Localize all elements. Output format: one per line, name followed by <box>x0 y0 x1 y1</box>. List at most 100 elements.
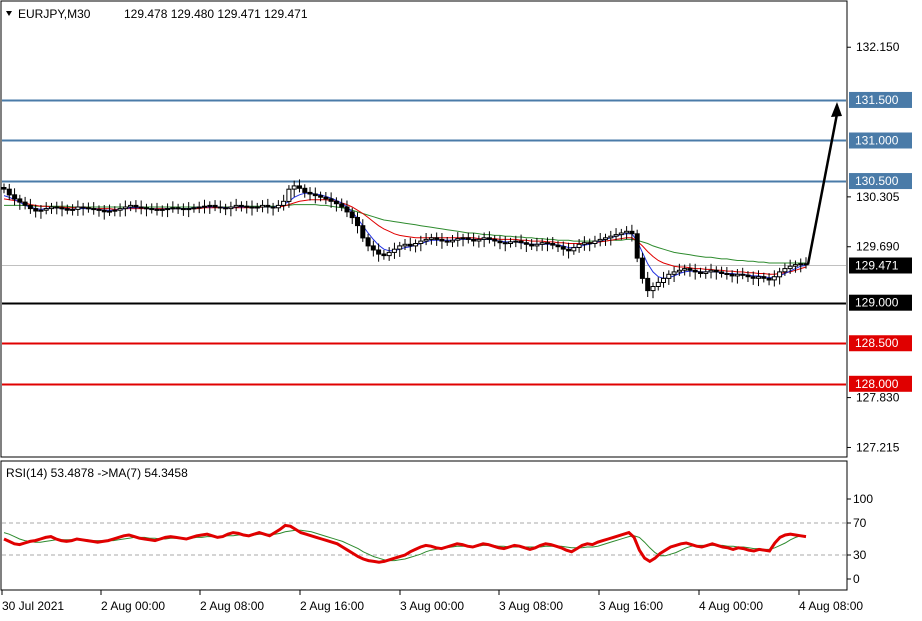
candle-body <box>661 277 666 283</box>
candle-body <box>207 204 213 207</box>
candle-body <box>486 237 492 240</box>
candle-body <box>703 271 709 274</box>
candle-body <box>545 242 550 245</box>
candle-body <box>724 273 730 275</box>
candle-body <box>708 269 714 273</box>
candle-body <box>587 242 593 245</box>
rsi-axis-label: 100 <box>853 492 873 506</box>
candle-body <box>439 238 445 242</box>
level-badge-label: 128.500 <box>855 336 899 350</box>
price-axis-label: 127.215 <box>856 440 900 454</box>
candle-body <box>297 185 302 189</box>
candle-body <box>634 233 640 259</box>
candle-body <box>249 206 255 209</box>
candle-body <box>101 209 107 213</box>
price-axis-label: 132.150 <box>856 40 900 54</box>
ma-slow-line <box>4 204 806 264</box>
price-axis-label: 129.690 <box>856 240 900 254</box>
chevron-down-icon[interactable] <box>6 11 12 16</box>
candle-body <box>508 241 513 244</box>
candle-body <box>518 240 524 244</box>
candle-body <box>555 244 561 248</box>
candle-body <box>376 249 382 255</box>
candle-body <box>22 201 28 206</box>
rsi-axis-label: 30 <box>853 548 867 562</box>
time-axis-label: 3 Aug 16:00 <box>599 599 663 613</box>
candle-body <box>107 210 112 213</box>
candle-body <box>323 196 329 200</box>
candle-body <box>70 208 76 211</box>
time-axis-label: 30 Jul 2021 <box>2 599 64 613</box>
candle-body <box>497 240 503 244</box>
candle-body <box>581 242 587 245</box>
candle-body <box>85 207 91 210</box>
candle-body <box>275 204 281 209</box>
candle-body <box>471 238 477 242</box>
candle-body <box>639 257 645 279</box>
candle-body <box>80 206 86 209</box>
candle-body <box>54 206 60 209</box>
price-axis-label: 130.305 <box>856 190 900 204</box>
candle-body <box>603 237 608 240</box>
candle-body <box>502 242 508 245</box>
candle-body <box>128 204 134 208</box>
candle-body <box>645 277 651 292</box>
candle-body <box>434 237 440 240</box>
candle-body <box>618 232 624 236</box>
candle-body <box>133 204 139 208</box>
candle-body <box>154 208 160 211</box>
candle-body <box>534 243 540 247</box>
candle-body <box>233 204 239 208</box>
candle-body <box>777 271 783 278</box>
candle-body <box>655 281 661 287</box>
candle-body <box>318 195 324 198</box>
level-badge-label: 130.500 <box>855 174 899 188</box>
rsi-title: RSI(14) 53.4878 ->MA(7) 54.3458 <box>6 466 188 480</box>
rsi-chart <box>2 522 846 564</box>
candle-body <box>165 208 171 211</box>
candle-body <box>286 188 292 202</box>
candle-body <box>513 240 519 243</box>
candle-body <box>138 206 144 209</box>
candle-body <box>571 247 577 252</box>
level-badge-label: 131.000 <box>855 133 899 147</box>
candle-body <box>766 277 772 281</box>
candle-body <box>750 276 756 279</box>
candle-body <box>180 208 186 211</box>
candle-body <box>529 243 535 247</box>
time-axis-label: 4 Aug 00:00 <box>699 599 763 613</box>
candle-body <box>244 205 250 208</box>
candle-body <box>729 273 735 277</box>
current-price-label: 129.471 <box>855 259 899 273</box>
ohlc-values: 129.478 129.480 129.471 129.471 <box>124 7 308 21</box>
main-plot-frame <box>0 0 848 458</box>
candle-body <box>682 268 688 271</box>
projection-arrow-line <box>806 113 839 265</box>
candle-body <box>402 243 408 247</box>
candle-body <box>228 206 234 210</box>
chart-canvas[interactable]: 132.150 130.305 129.690 127.830 127.215 131.5… <box>0 0 922 621</box>
candle-body <box>254 206 260 209</box>
candle-body <box>666 273 672 279</box>
ma-mid-line <box>3 198 807 275</box>
candle-body <box>734 273 740 277</box>
time-axis-label: 4 Aug 08:00 <box>799 599 863 613</box>
candle-body <box>355 217 360 227</box>
time-axis-label: 2 Aug 16:00 <box>300 599 364 613</box>
candle-body <box>692 269 698 273</box>
candle-body <box>270 206 276 209</box>
candle-body <box>481 237 487 240</box>
candle-body <box>450 239 455 243</box>
candle-body <box>170 207 176 210</box>
candle-body <box>650 286 656 292</box>
candle-body <box>444 240 450 243</box>
candle-body <box>202 205 207 208</box>
candle-body <box>96 208 102 211</box>
level-badge-label: 128.000 <box>855 377 899 391</box>
candle-body <box>333 200 339 205</box>
rsi-axis-label: 0 <box>853 572 860 586</box>
candle-body <box>312 193 318 197</box>
candle-body <box>122 206 128 210</box>
candle-body <box>671 271 677 275</box>
candle-body <box>460 237 466 240</box>
